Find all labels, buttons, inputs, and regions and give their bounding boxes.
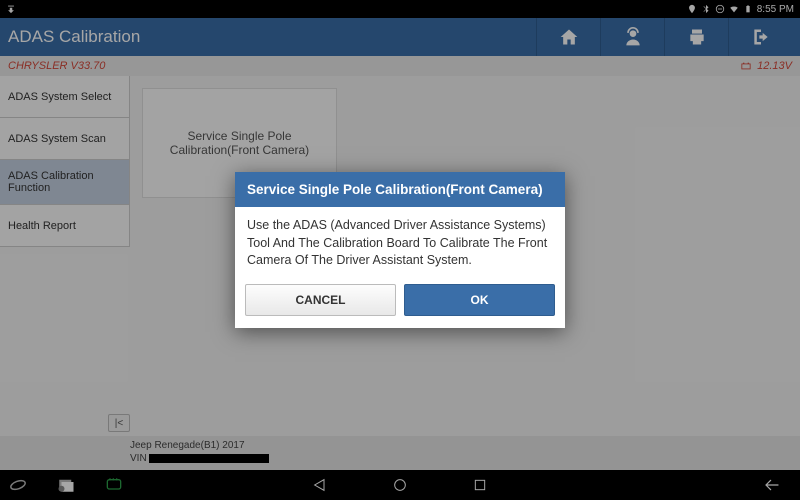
dialog-title: Service Single Pole Calibration(Front Ca… <box>235 172 565 207</box>
cancel-button[interactable]: CANCEL <box>245 284 396 316</box>
modal-overlay: Service Single Pole Calibration(Front Ca… <box>0 0 800 500</box>
ok-button[interactable]: OK <box>404 284 555 316</box>
calibration-dialog: Service Single Pole Calibration(Front Ca… <box>235 172 565 328</box>
dialog-buttons: CANCEL OK <box>235 284 565 328</box>
dialog-body: Use the ADAS (Advanced Driver Assistance… <box>235 207 565 284</box>
